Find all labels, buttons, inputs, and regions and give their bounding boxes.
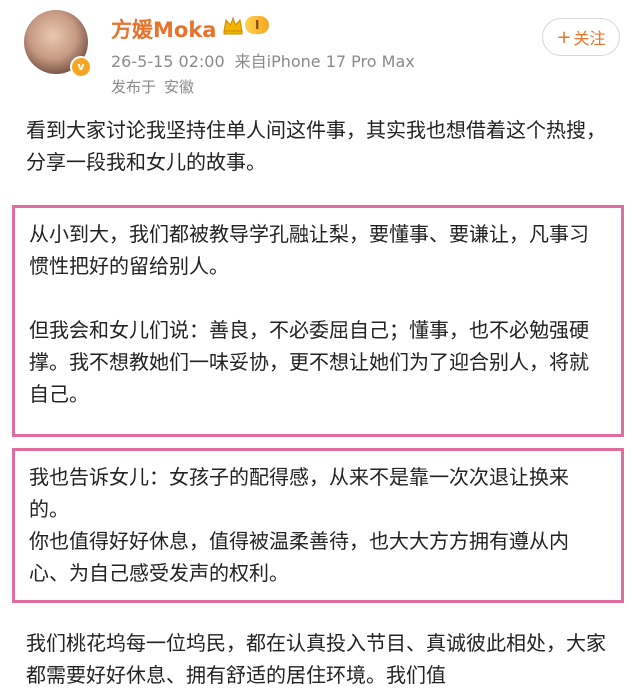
- location-label: 发布于: [111, 78, 157, 96]
- vip-level-label: I: [245, 16, 270, 34]
- crown-icon: [223, 16, 243, 35]
- verified-v-icon: v: [70, 56, 92, 78]
- location-value: 安徽: [164, 78, 195, 96]
- follow-label: 关注: [573, 29, 606, 48]
- post-paragraph-closing: 我们桃花坞每一位坞民，都在认真投入节目、真诚彼此相处，大家都需要好好休息、拥有舒…: [26, 631, 606, 687]
- follow-button[interactable]: + 关注: [542, 18, 620, 56]
- post-timestamp: 26-5-15 02:00: [111, 52, 225, 71]
- plus-icon: +: [556, 26, 572, 48]
- post-source: 来自iPhone 17 Pro Max: [234, 52, 415, 71]
- highlight-box-1: 从小到大，我们都被教导学孔融让梨，要懂事、要谦让，凡事习惯性把好的留给别人。 但…: [12, 205, 624, 437]
- author-name[interactable]: 方媛Moka: [111, 14, 216, 44]
- post-paragraph-box2-2: 你也值得好好休息，值得被温柔善待，也大大方方拥有遵从内心、为自己感受发声的权利。: [29, 529, 569, 585]
- vip-badge[interactable]: I: [222, 15, 270, 35]
- post-meta: 26-5-15 02:00 来自iPhone 17 Pro Max: [111, 48, 415, 72]
- post-paragraph-intro: 看到大家讨论我坚持住单人间这件事，其实我也想借着这个热搜，分享一段我和女儿的故事…: [26, 118, 606, 174]
- post-paragraph-box1-1: 从小到大，我们都被教导学孔融让梨，要懂事、要谦让，凡事习惯性把好的留给别人。: [29, 222, 589, 278]
- post-paragraph-box1-2: 但我会和女儿们说：善良，不必委屈自己；懂事，也不必勉强硬撑。我不想教她们一味妥协…: [29, 318, 589, 406]
- post-paragraph-box2-1: 我也告诉女儿：女孩子的配得感，从来不是靠一次次退让换来的。: [29, 465, 569, 521]
- highlight-box-2: 我也告诉女儿：女孩子的配得感，从来不是靠一次次退让换来的。 你也值得好好休息，值…: [12, 448, 624, 603]
- post-location: 发布于 安徽: [111, 76, 194, 97]
- post-header: v 方媛Moka I 26-5-15 02:00 来自iPhone 17 Pro …: [0, 0, 633, 110]
